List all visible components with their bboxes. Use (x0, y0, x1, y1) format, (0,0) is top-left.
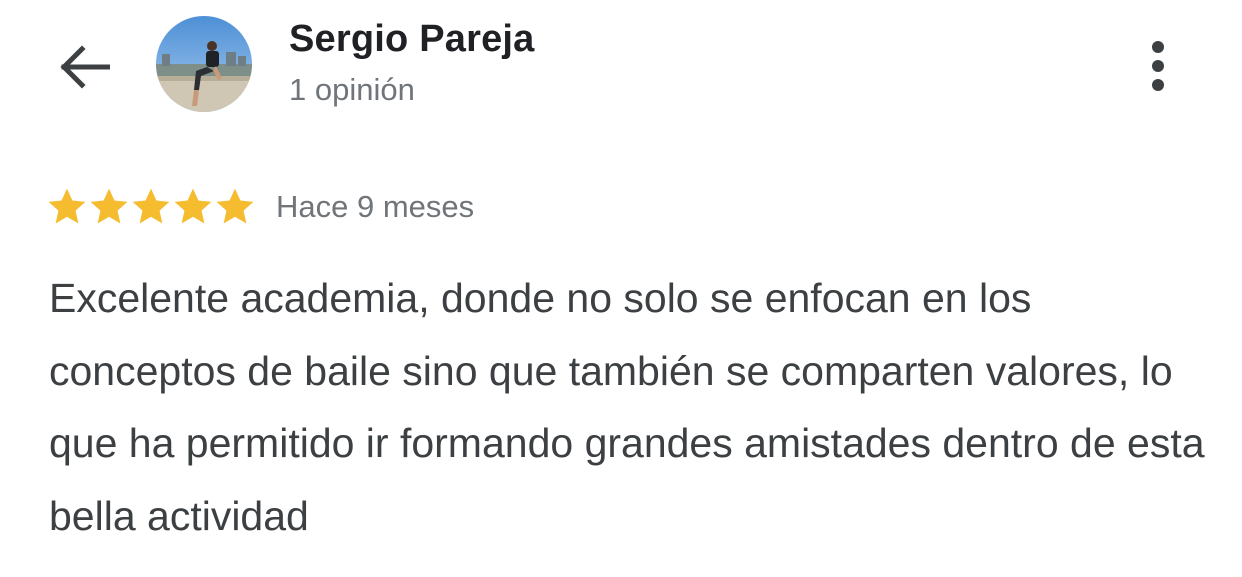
star-icon (90, 188, 128, 224)
more-vert-icon (1152, 41, 1164, 91)
rating-row: Hace 9 meses (46, 184, 474, 230)
more-options-button[interactable] (1130, 34, 1186, 98)
review-time: Hace 9 meses (276, 189, 475, 224)
review-text: Excelente academia, donde no solo se enf… (49, 275, 1205, 539)
star-icon (48, 188, 86, 224)
star-rating (46, 186, 258, 228)
avatar[interactable] (156, 16, 252, 112)
star-icon (216, 188, 254, 224)
star-icon (132, 188, 170, 224)
review-header: Sergio Pareja 1 opinión (0, 0, 1242, 140)
back-button[interactable] (50, 36, 118, 98)
star-icon (174, 188, 212, 224)
arrow-left-icon (60, 45, 110, 89)
review-count: 1 opinión (289, 72, 415, 107)
user-name[interactable]: Sergio Pareja (289, 18, 535, 61)
avatar-photo (156, 16, 252, 112)
